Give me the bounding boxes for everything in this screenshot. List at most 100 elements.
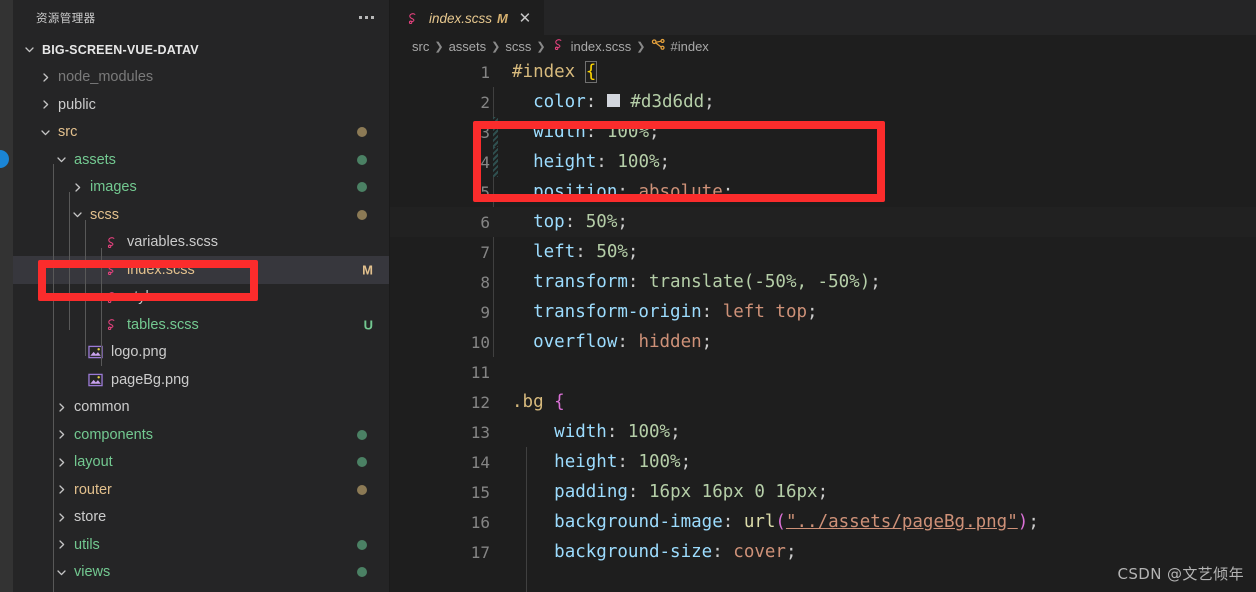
line-number: 7	[480, 242, 490, 262]
code-line-9[interactable]: 9 transform-origin: left top;	[390, 297, 1256, 327]
chevron-right-icon[interactable]	[53, 457, 69, 468]
code-line-4[interactable]: 4 height: 100%;	[390, 147, 1256, 177]
tree-indent-guide	[53, 164, 54, 592]
chevron-right-icon[interactable]	[69, 182, 85, 193]
breadcrumb-item-index-scss[interactable]: index.scss	[551, 37, 631, 55]
tree-root-row[interactable]: BIG-SCREEN-VUE-DATAV	[13, 36, 389, 64]
code-line-16[interactable]: 16 background-image: url("../assets/page…	[390, 507, 1256, 537]
tree-row-router[interactable]: router	[13, 476, 389, 504]
code-text: transform-origin: left top;	[533, 302, 818, 322]
chevron-right-icon[interactable]	[53, 539, 69, 550]
close-icon[interactable]: ✕	[515, 8, 535, 28]
code-text: width: 100%;	[533, 122, 660, 142]
git-status-dot	[357, 209, 367, 220]
line-number: 17	[470, 542, 490, 562]
code-line-8[interactable]: 8 transform: translate(-50%, -50%);	[390, 267, 1256, 297]
code-text: top: 50%;	[533, 212, 628, 232]
tree-row-store[interactable]: store	[13, 504, 389, 532]
code-text: .bg {	[512, 392, 565, 412]
code-line-14[interactable]: 14 height: 100%;	[390, 447, 1256, 477]
line-number: 1	[480, 62, 490, 82]
tree-row-label: router	[74, 481, 112, 498]
code-line-1[interactable]: 1 #index {	[390, 57, 1256, 87]
tree-row-label: common	[74, 399, 130, 416]
git-status-dot	[357, 457, 367, 468]
code-text: transform: translate(-50%, -50%);	[533, 272, 881, 292]
git-status-dot	[357, 182, 367, 193]
line-number: 10	[470, 332, 490, 352]
git-status-badge: M	[362, 262, 373, 278]
chevron-down-icon[interactable]	[53, 567, 69, 578]
tree-row-label: src	[58, 124, 78, 141]
code-line-13[interactable]: 13 width: 100%;	[390, 417, 1256, 447]
line-number: 16	[470, 512, 490, 532]
tree-row-views[interactable]: views	[13, 559, 389, 587]
git-status-dot	[357, 127, 367, 138]
chevron-right-icon[interactable]	[53, 484, 69, 495]
code-text: background-image: url("../assets/pageBg.…	[554, 512, 1039, 532]
tab-index-scss[interactable]: index.scss M ✕	[390, 0, 544, 35]
chevron-right-icon[interactable]	[53, 429, 69, 440]
code-line-7[interactable]: 7 left: 50%;	[390, 237, 1256, 267]
code-line-5[interactable]: 5 position: absolute;	[390, 177, 1256, 207]
code-line-10[interactable]: 10 overflow: hidden;	[390, 327, 1256, 357]
git-status-badge: U	[363, 317, 373, 333]
tree-row-label: views	[74, 564, 111, 581]
code-editor[interactable]: 1 #index {2 color: #d3d6dd; 3 width: 100%;…	[390, 57, 1256, 592]
line-number: 2	[480, 92, 490, 112]
chevron-right-icon[interactable]	[53, 402, 69, 413]
breadcrumb-item-src[interactable]: src	[412, 39, 429, 54]
more-actions-icon[interactable]	[355, 10, 378, 25]
tree-row-layout[interactable]: layout	[13, 449, 389, 477]
tree-row-components[interactable]: components	[13, 421, 389, 449]
chevron-right-icon[interactable]	[53, 512, 69, 523]
breadcrumb-item-assets[interactable]: assets	[449, 39, 487, 54]
chevron-right-icon[interactable]	[37, 99, 53, 110]
code-line-11[interactable]: 11	[390, 357, 1256, 387]
breadcrumb-item-scss[interactable]: scss	[505, 39, 531, 54]
tree-row-common[interactable]: common	[13, 394, 389, 422]
code-text: position: absolute;	[533, 182, 734, 202]
chevron-down-icon[interactable]	[69, 209, 85, 220]
tab-dirty-badge: M	[497, 10, 508, 26]
tree-row-src[interactable]: src	[13, 119, 389, 147]
code-line-12[interactable]: 12 .bg {	[390, 387, 1256, 417]
scss-file-icon	[551, 37, 566, 55]
code-text: overflow: hidden;	[533, 332, 713, 352]
tree-row-label: public	[58, 96, 96, 113]
tree-row-label: scss	[90, 206, 119, 223]
code-text: padding: 16px 16px 0 16px;	[554, 482, 829, 502]
tree-row-label: style.scss	[127, 289, 190, 306]
code-text: background-size: cover;	[554, 542, 797, 562]
tree-row-utils[interactable]: utils	[13, 531, 389, 559]
chevron-down-icon[interactable]	[37, 127, 53, 138]
git-status-dot	[357, 539, 367, 550]
code-line-3[interactable]: 3 width: 100%;	[390, 117, 1256, 147]
git-status-dot	[357, 429, 367, 440]
tree-row-pagebg-png[interactable]: pageBg.png	[13, 366, 389, 394]
tree-row-public[interactable]: public	[13, 91, 389, 119]
breadcrumb[interactable]: src ❯ assets ❯ scss ❯ index.scss ❯ #index	[390, 35, 1256, 57]
editor-group: index.scss M ✕ src ❯ assets ❯ scss ❯ index.scs…	[390, 0, 1256, 592]
breadcrumb-item--index[interactable]: #index	[651, 38, 709, 55]
breadcrumb-separator: ❯	[536, 40, 546, 53]
chevron-right-icon[interactable]	[37, 72, 53, 83]
code-line-6[interactable]: 6 top: 50%;	[390, 207, 1256, 237]
tree-row-label: node_modules	[58, 69, 154, 86]
code-text: height: 100%;	[554, 452, 692, 472]
line-number: 9	[480, 302, 490, 322]
chevron-down-icon[interactable]	[21, 44, 37, 55]
git-status-dot	[357, 484, 367, 495]
chevron-down-icon[interactable]	[53, 154, 69, 165]
code-line-2[interactable]: 2 color: #d3d6dd;	[390, 87, 1256, 117]
file-tree[interactable]: BIG-SCREEN-VUE-DATAV node_modulespublic sr…	[13, 35, 389, 592]
tree-row-assets[interactable]: assets	[13, 146, 389, 174]
css-selector-icon	[651, 38, 666, 55]
diff-gutter-marker	[493, 117, 498, 147]
code-line-15[interactable]: 15 padding: 16px 16px 0 16px;	[390, 477, 1256, 507]
activity-bar[interactable]	[0, 0, 13, 592]
line-number: 3	[480, 122, 490, 142]
tree-row-logo-png[interactable]: logo.png	[13, 339, 389, 367]
tree-row-node-modules[interactable]: node_modules	[13, 64, 389, 92]
git-status-dot	[357, 154, 367, 165]
